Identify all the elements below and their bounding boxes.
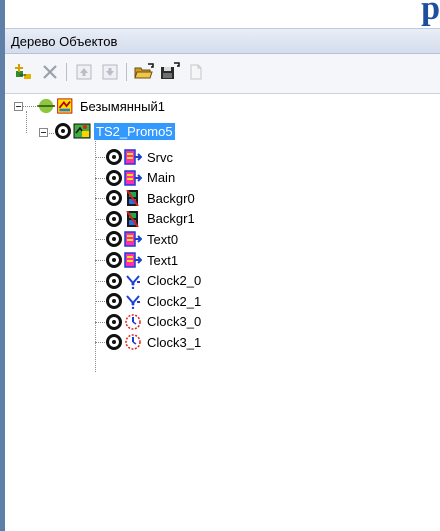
add-object-button[interactable] (13, 61, 35, 83)
root-scene-icon (37, 98, 73, 114)
clock-analog-icon (125, 314, 141, 330)
visibility-eye-icon[interactable] (106, 190, 122, 207)
tree-node-clock2-1[interactable]: Clock2_1 (106, 291, 203, 311)
tree-node-label: TS2_Promo5 (94, 122, 175, 140)
move-down-button[interactable] (99, 61, 121, 83)
new-document-icon (190, 64, 202, 80)
add-object-icon (15, 64, 31, 79)
visibility-eye-icon[interactable] (106, 252, 122, 268)
save-button[interactable] (159, 61, 181, 83)
panel-title: Дерево Объектов (11, 34, 118, 49)
panel-header: Дерево Объектов (5, 28, 440, 54)
script-icon (124, 169, 142, 186)
save-icon (161, 62, 180, 79)
tree-node-label: Text1 (147, 252, 179, 268)
tree-node-label: Безымянный1 (80, 98, 165, 114)
tree-node-label: Clock2_0 (147, 273, 202, 289)
film-icon (126, 210, 139, 227)
visibility-eye-icon[interactable] (106, 272, 122, 289)
move-up-icon (76, 64, 92, 80)
delete-button[interactable] (39, 61, 61, 83)
tree-node-text1[interactable]: Text1 (106, 250, 180, 270)
tree-node-srvc[interactable]: Srvc (106, 147, 175, 167)
tree-connector (26, 111, 27, 133)
tree-node-main[interactable]: Main (106, 168, 177, 188)
tree-node-label: Clock3_1 (147, 334, 202, 350)
script-icon (124, 231, 142, 248)
tree-node-clock3-1[interactable]: Clock3_1 (106, 332, 203, 352)
toolbar-separator (66, 63, 67, 81)
project-icon (73, 123, 91, 139)
tree-node-backgr0[interactable]: Backgr0 (106, 188, 197, 208)
visibility-eye-icon[interactable] (106, 334, 122, 351)
toolbar-separator (126, 63, 127, 81)
tree-node-label: Main (147, 170, 176, 186)
script-icon (124, 252, 142, 268)
tree-node-label: Srvc (147, 149, 173, 165)
tree-toolbar (5, 54, 440, 94)
corner-glyph: р (421, 0, 440, 27)
visibility-eye-icon[interactable] (106, 149, 122, 165)
visibility-eye-icon[interactable] (106, 231, 122, 248)
move-up-button[interactable] (73, 61, 95, 83)
visibility-eye-icon[interactable] (106, 293, 122, 310)
visibility-eye-icon[interactable] (55, 123, 71, 139)
root-collapse-toggle[interactable] (14, 102, 23, 111)
clock-analog-icon (125, 334, 141, 351)
move-down-icon (102, 64, 118, 80)
tree-node-root[interactable]: Безымянный1 (35, 96, 167, 116)
tree-node-label: Backgr0 (147, 190, 195, 206)
tree-node-project[interactable]: TS2_Promo5 (55, 121, 175, 141)
clock-digital-icon (126, 274, 140, 289)
visibility-eye-icon[interactable] (106, 210, 122, 227)
script-icon (124, 149, 142, 165)
film-icon (126, 190, 139, 207)
tree-node-label: Backgr1 (147, 211, 195, 227)
tree-node-backgr1[interactable]: Backgr1 (106, 209, 197, 229)
tree-node-clock2-0[interactable]: Clock2_0 (106, 271, 203, 291)
new-document-button[interactable] (185, 61, 207, 83)
open-folder-icon (134, 63, 154, 79)
clock-digital-icon (126, 295, 140, 310)
tree-connector (95, 139, 96, 372)
tree-node-label: Clock3_0 (147, 314, 202, 330)
open-button[interactable] (133, 61, 155, 83)
visibility-eye-icon[interactable] (106, 169, 122, 186)
object-tree-window: р Дерево Объектов Безымянный1 TS2_Promo5… (0, 0, 440, 531)
tree-node-label: Text0 (147, 231, 179, 247)
tree-node-label: Clock2_1 (147, 293, 202, 309)
tree-node-clock3-0[interactable]: Clock3_0 (106, 312, 203, 332)
tree-node-text0[interactable]: Text0 (106, 229, 180, 249)
object-tree: Безымянный1 TS2_Promo5 Srvc Main Backgr0 Ba… (5, 94, 440, 531)
top-strip: р (5, 0, 440, 28)
visibility-eye-icon[interactable] (106, 313, 122, 330)
delete-icon (43, 65, 57, 79)
project-collapse-toggle[interactable] (39, 128, 48, 137)
